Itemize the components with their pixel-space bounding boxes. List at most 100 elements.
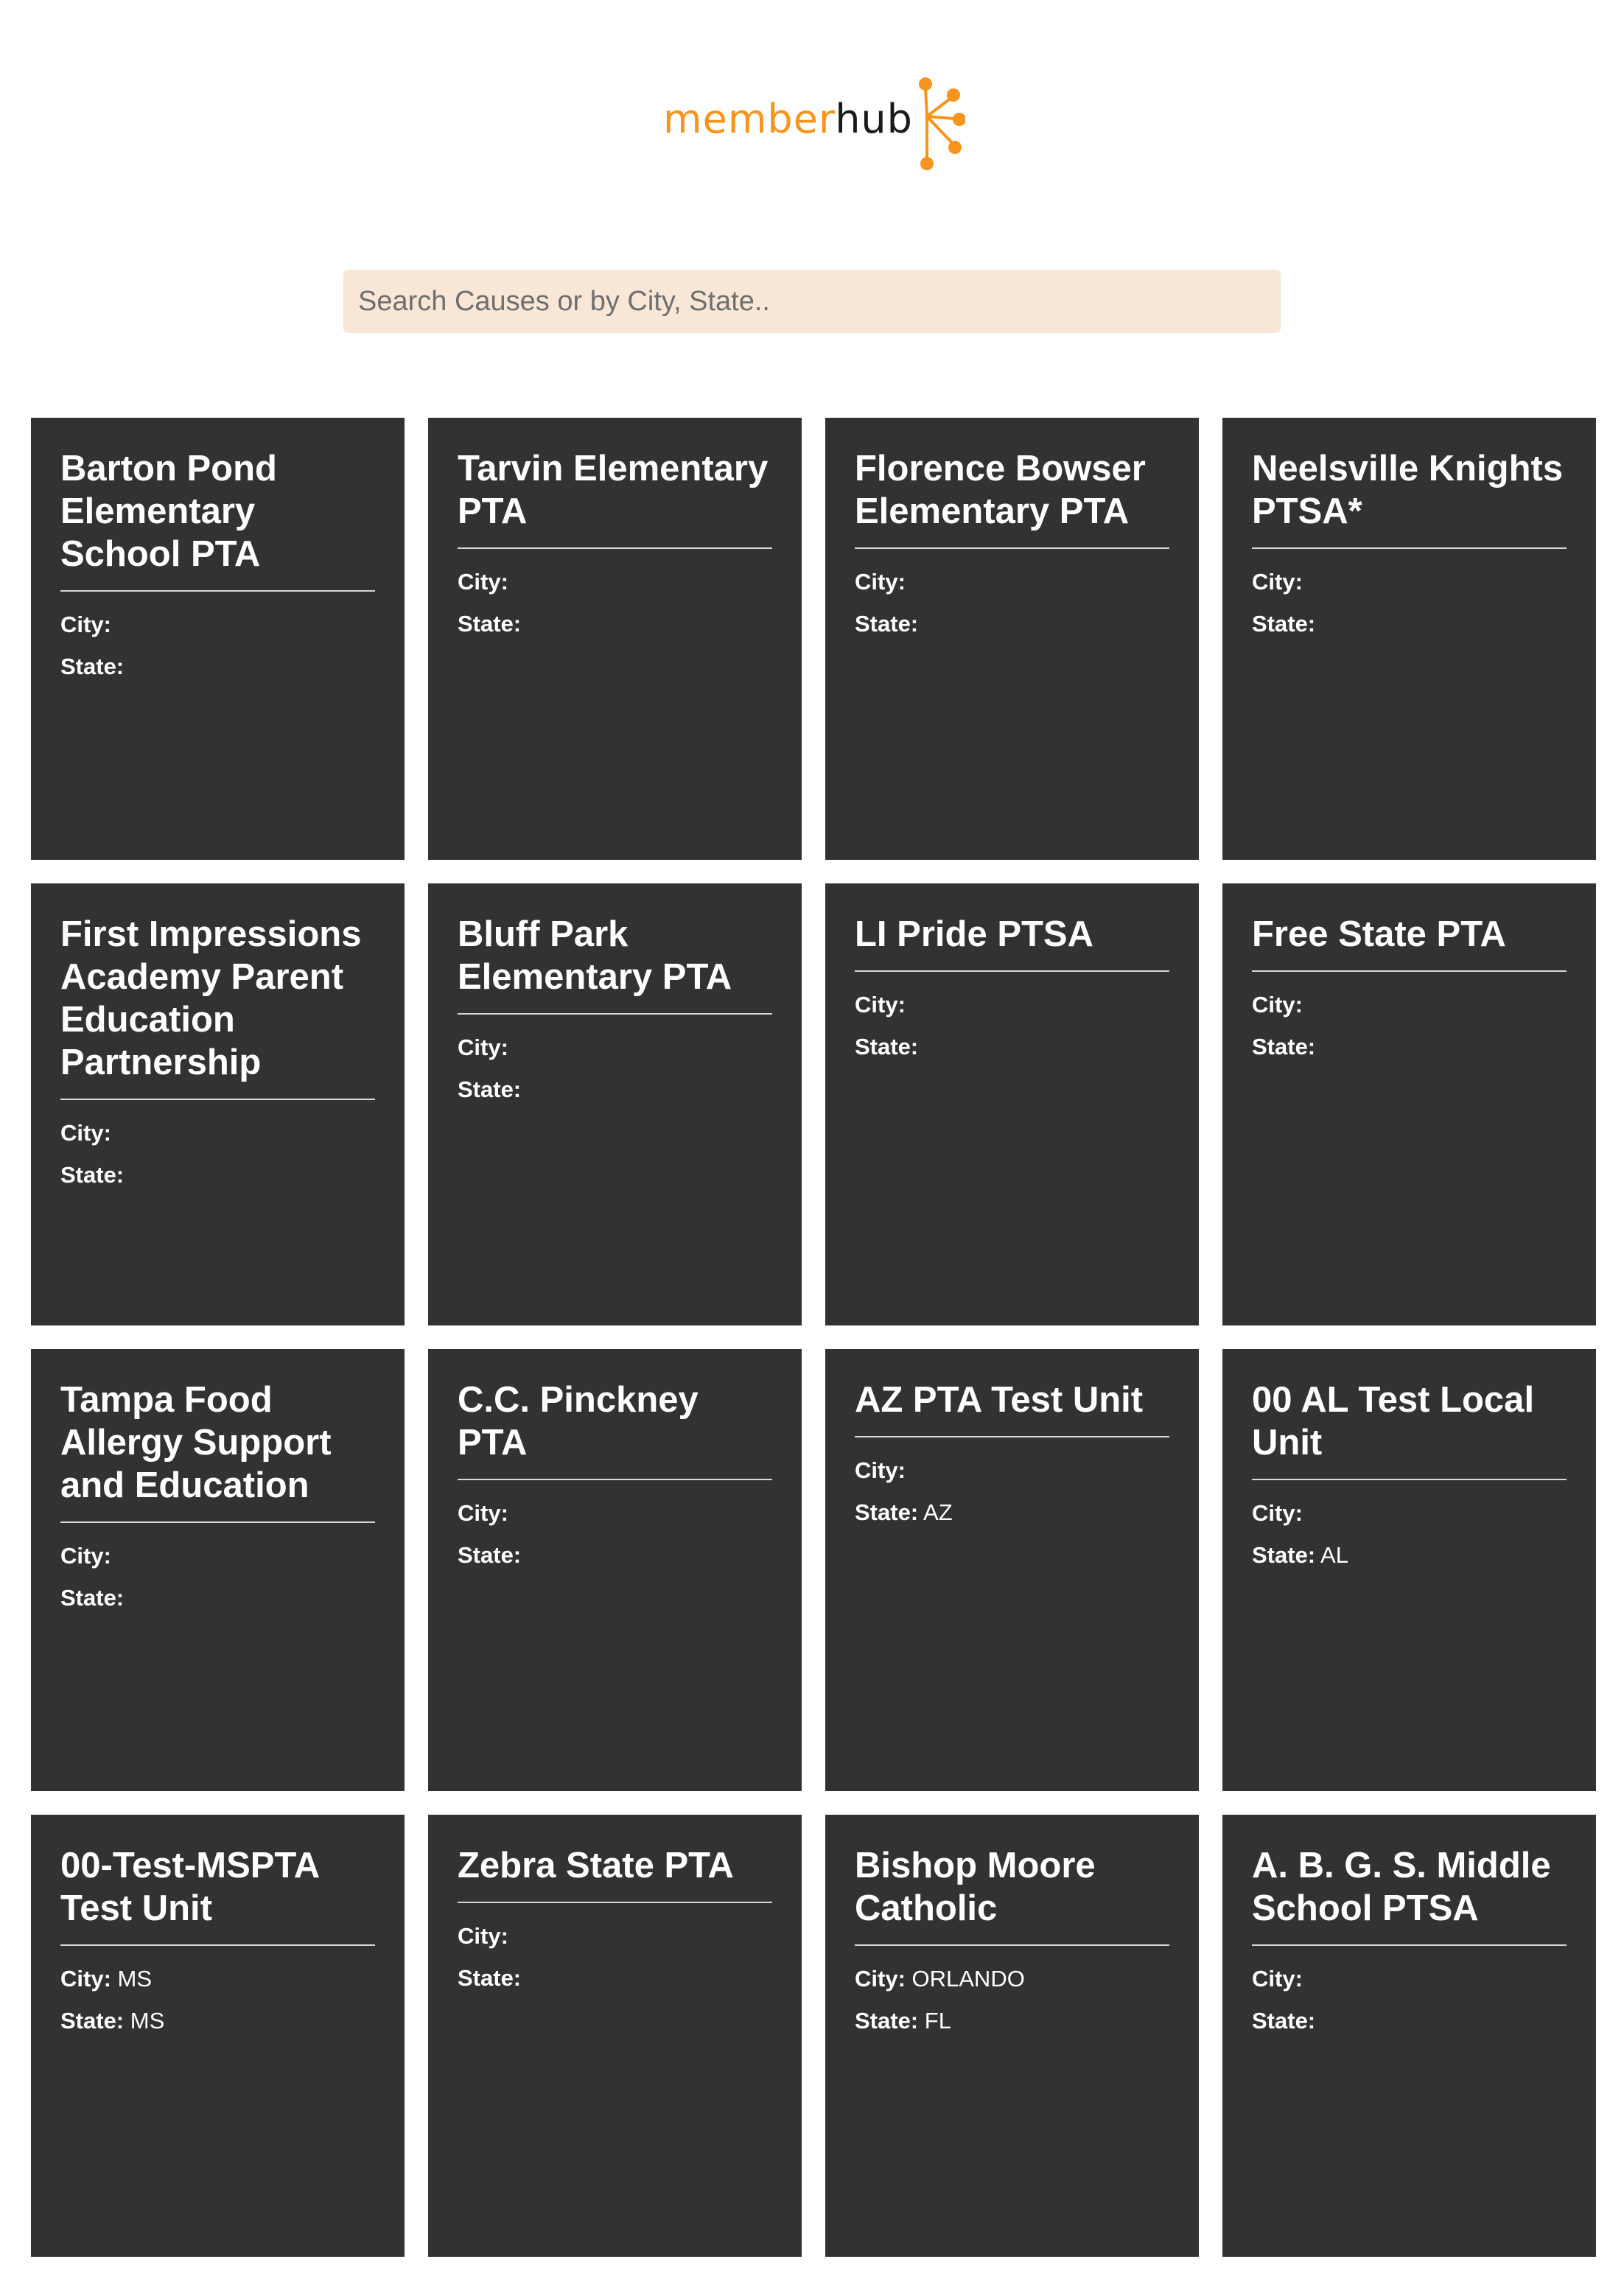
state-row: State: [1252, 2000, 1567, 2042]
city-label: City: [1252, 1966, 1303, 1992]
state-row: State: [458, 603, 772, 645]
cause-title[interactable]: Florence Bowser Elementary PTA [855, 447, 1169, 549]
cause-title[interactable]: Zebra State PTA [458, 1844, 772, 1903]
header: memberhub [0, 0, 1624, 221]
cause-location: City: State: [458, 1915, 772, 1999]
cause-card[interactable]: A. B. G. S. Middle School PTSA City: Stat… [1222, 1815, 1596, 2257]
city-label: City: [60, 1120, 111, 1146]
city-row: City: [458, 1915, 772, 1957]
cause-card[interactable]: Zebra State PTA City: State: [428, 1815, 802, 2257]
search-input[interactable] [343, 270, 1281, 333]
city-row: City: [458, 561, 772, 603]
city-label: City: [855, 992, 906, 1018]
cause-card[interactable]: LI Pride PTSA City: State: [825, 883, 1199, 1325]
cause-card[interactable]: AZ PTA Test Unit City: State: AZ [825, 1349, 1199, 1791]
state-label: State: [458, 1965, 522, 1991]
cause-card[interactable]: Tampa Food Allergy Support and Education… [31, 1349, 405, 1791]
cause-title[interactable]: Neelsville Knights PTSA* [1252, 447, 1567, 549]
cause-location: City: State: [1252, 1958, 1567, 2042]
city-label: City: [1252, 992, 1303, 1018]
cause-card[interactable]: First Impressions Academy Parent Educati… [31, 883, 405, 1325]
cause-title[interactable]: Bluff Park Elementary PTA [458, 913, 772, 1015]
cause-title[interactable]: A. B. G. S. Middle School PTSA [1252, 1844, 1567, 1946]
state-label: State: [855, 1499, 919, 1525]
state-label: State: [458, 1076, 522, 1102]
cause-location: City: State: [60, 603, 375, 687]
cause-title[interactable]: 00 AL Test Local Unit [1252, 1379, 1567, 1480]
memberhub-logo[interactable]: memberhub [663, 71, 965, 174]
cause-location: City: State: [458, 1492, 772, 1576]
state-row: State: [60, 645, 375, 687]
city-row: City: [60, 1112, 375, 1154]
cause-location: City: State: [855, 984, 1169, 1068]
city-row: City: [458, 1026, 772, 1068]
state-value: AL [1320, 1542, 1348, 1568]
city-label: City: [458, 569, 508, 595]
city-row: City: [855, 984, 1169, 1026]
state-label: State: [60, 1162, 125, 1188]
city-row: City: MS [60, 1958, 375, 2000]
cause-card[interactable]: Bishop Moore Catholic City: ORLANDO State:… [825, 1815, 1199, 2257]
cause-title[interactable]: Free State PTA [1252, 913, 1567, 972]
cause-location: City: State: [855, 561, 1169, 645]
state-label: State: [1252, 1034, 1316, 1060]
cause-title[interactable]: AZ PTA Test Unit [855, 1379, 1169, 1437]
state-row: State: AL [1252, 1534, 1567, 1576]
cause-card[interactable]: Neelsville Knights PTSA* City: State: [1222, 418, 1596, 860]
state-label: State: [60, 1585, 125, 1611]
cause-card[interactable]: Florence Bowser Elementary PTA City: Stat… [825, 418, 1199, 860]
city-value: ORLANDO [911, 1966, 1025, 1992]
cause-location: City: State: [60, 1535, 375, 1619]
state-label: State: [1252, 1542, 1316, 1568]
state-row: State: [458, 1068, 772, 1110]
state-row: State: [855, 1026, 1169, 1068]
cause-title[interactable]: LI Pride PTSA [855, 913, 1169, 972]
city-label: City: [458, 1500, 508, 1526]
cause-title[interactable]: Barton Pond Elementary School PTA [60, 447, 375, 592]
city-label: City: [855, 1966, 906, 1992]
city-row: City: [60, 1535, 375, 1577]
state-row: State: MS [60, 2000, 375, 2042]
cause-title[interactable]: C.C. Pinckney PTA [458, 1379, 772, 1480]
cause-title[interactable]: Tarvin Elementary PTA [458, 447, 772, 549]
city-row: City: [1252, 1492, 1567, 1534]
cause-card[interactable]: 00 AL Test Local Unit City: State: AL [1222, 1349, 1596, 1791]
state-row: State: [458, 1534, 772, 1576]
cause-location: City: State: [1252, 984, 1567, 1068]
cause-card[interactable]: Free State PTA City: State: [1222, 883, 1596, 1325]
cause-title[interactable]: 00-Test-MSPTA Test Unit [60, 1844, 375, 1946]
page: memberhub Barton [0, 0, 1624, 2273]
cause-title[interactable]: Tampa Food Allergy Support and Education [60, 1379, 375, 1523]
city-label: City: [60, 612, 111, 637]
state-row: State: [1252, 1026, 1567, 1068]
city-label: City: [1252, 1500, 1303, 1526]
cause-card[interactable]: Bluff Park Elementary PTA City: State: [428, 883, 802, 1325]
city-label: City: [458, 1923, 508, 1949]
state-row: State: [1252, 603, 1567, 645]
state-row: State: AZ [855, 1491, 1169, 1533]
state-row: State: [855, 603, 1169, 645]
cause-location: City: State: [458, 1026, 772, 1110]
state-label: State: [855, 1034, 919, 1060]
cause-location: City: State: [458, 561, 772, 645]
cause-card[interactable]: Tarvin Elementary PTA City: State: [428, 418, 802, 860]
state-row: State: [60, 1154, 375, 1196]
city-label: City: [855, 569, 906, 595]
cause-title[interactable]: First Impressions Academy Parent Educati… [60, 913, 375, 1100]
cause-location: City: State: [1252, 561, 1567, 645]
cause-card[interactable]: C.C. Pinckney PTA City: State: [428, 1349, 802, 1791]
cause-card[interactable]: Barton Pond Elementary School PTA City: S… [31, 418, 405, 860]
state-value: AZ [923, 1499, 953, 1525]
cause-location: City: State: AL [1252, 1492, 1567, 1576]
city-value: MS [117, 1966, 153, 1992]
city-row: City: [855, 561, 1169, 603]
state-row: State: [60, 1577, 375, 1619]
state-row: State: [458, 1957, 772, 1999]
city-row: City: [1252, 984, 1567, 1026]
cause-card[interactable]: 00-Test-MSPTA Test Unit City: MS State: MS [31, 1815, 405, 2257]
search-bar [343, 270, 1281, 333]
cause-title[interactable]: Bishop Moore Catholic [855, 1844, 1169, 1946]
state-label: State: [60, 654, 125, 679]
cause-location: City: State: AZ [855, 1449, 1169, 1533]
state-label: State: [855, 611, 919, 637]
